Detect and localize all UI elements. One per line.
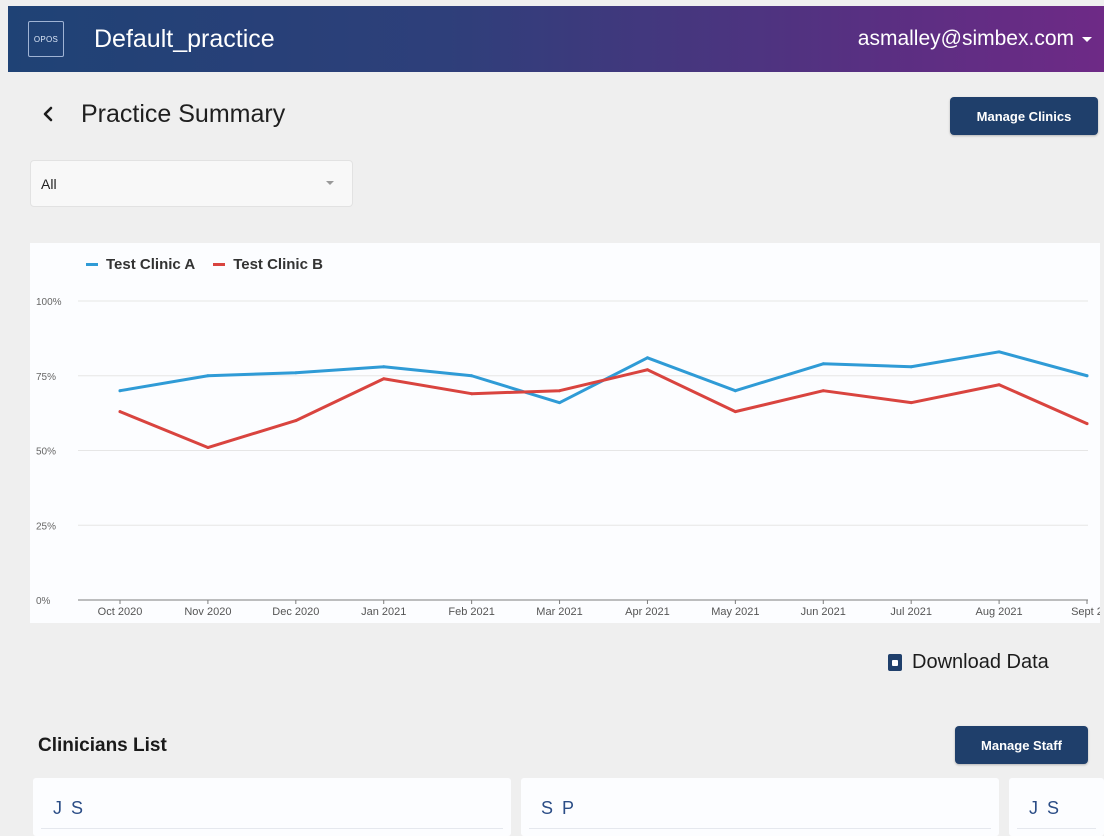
data-point bbox=[733, 389, 737, 393]
data-point bbox=[1085, 422, 1089, 426]
clinic-filter-select[interactable]: All bbox=[30, 160, 353, 207]
legend-item-clinic-a[interactable]: Test Clinic A bbox=[86, 256, 195, 273]
y-tick-label: 50% bbox=[36, 447, 56, 458]
chevron-down-icon bbox=[1082, 36, 1092, 42]
manage-staff-button[interactable]: Manage Staff bbox=[955, 726, 1088, 764]
x-tick-label: Nov 2020 bbox=[184, 606, 231, 618]
data-point bbox=[909, 365, 913, 369]
clinicians-list-title: Clinicians List bbox=[38, 735, 167, 756]
clinician-initials: J S bbox=[1029, 798, 1062, 818]
x-tick-label: Mar 2021 bbox=[536, 606, 582, 618]
dropdown-arrow-icon bbox=[326, 181, 334, 185]
clinician-initials: J S bbox=[53, 798, 86, 818]
data-point bbox=[645, 356, 649, 360]
manage-clinics-button[interactable]: Manage Clinics bbox=[950, 97, 1098, 135]
data-point bbox=[645, 368, 649, 372]
data-point bbox=[558, 401, 562, 405]
legend-label-clinic-b: Test Clinic B bbox=[233, 256, 323, 273]
data-point bbox=[470, 374, 474, 378]
data-point bbox=[118, 410, 122, 414]
data-point bbox=[558, 389, 562, 393]
download-data-label: Download Data bbox=[912, 651, 1049, 673]
x-tick-label: Sept 2 bbox=[1071, 606, 1100, 618]
x-tick-label: Jul 2021 bbox=[890, 606, 932, 618]
y-tick-label: 25% bbox=[36, 521, 56, 532]
legend-item-clinic-b[interactable]: Test Clinic B bbox=[213, 256, 323, 273]
data-point bbox=[294, 371, 298, 375]
practice-summary-chart: 100% 75% 50% 25% 0% Oct 2020 Nov 2020 Dec 2020 J… bbox=[30, 243, 1100, 623]
data-point bbox=[470, 392, 474, 396]
y-tick-label: 75% bbox=[36, 372, 56, 383]
user-menu[interactable]: asmalley@simbex.com bbox=[858, 27, 1092, 51]
data-point bbox=[909, 401, 913, 405]
data-point bbox=[733, 410, 737, 414]
download-icon bbox=[888, 654, 902, 671]
download-data-link[interactable]: Download Data bbox=[888, 651, 1049, 674]
data-point bbox=[821, 362, 825, 366]
clinician-card[interactable]: J S bbox=[33, 778, 511, 836]
x-tick-label: Jan 2021 bbox=[361, 606, 406, 618]
data-point bbox=[206, 374, 210, 378]
x-tick-label: Dec 2020 bbox=[272, 606, 319, 618]
data-point bbox=[821, 389, 825, 393]
data-point bbox=[294, 419, 298, 423]
x-tick-label: Oct 2020 bbox=[98, 606, 143, 618]
x-tick-label: Aug 2021 bbox=[976, 606, 1023, 618]
top-navigation-bar: OPOS Default_practice asmalley@simbex.co… bbox=[8, 6, 1104, 72]
data-point bbox=[118, 389, 122, 393]
y-tick-label: 0% bbox=[36, 596, 51, 607]
legend-swatch-clinic-b bbox=[213, 263, 226, 266]
app-logo[interactable]: OPOS bbox=[28, 21, 64, 57]
data-point bbox=[382, 377, 386, 381]
legend-swatch-clinic-a bbox=[86, 263, 98, 266]
clinic-filter-value: All bbox=[41, 175, 57, 192]
x-tick-label: Jun 2021 bbox=[801, 606, 846, 618]
data-point bbox=[206, 446, 210, 450]
back-arrow-icon[interactable] bbox=[40, 102, 56, 126]
line-chart: 100% 75% 50% 25% 0% Oct 2020 Nov 2020 Dec 2020 J… bbox=[36, 297, 1100, 618]
clinician-card[interactable]: S P bbox=[521, 778, 999, 836]
x-tick-label: Feb 2021 bbox=[448, 606, 494, 618]
card-divider bbox=[529, 828, 991, 829]
card-divider bbox=[41, 828, 503, 829]
y-tick-label: 100% bbox=[36, 297, 62, 308]
data-point bbox=[1085, 374, 1089, 378]
clinician-initials: S P bbox=[541, 798, 577, 818]
data-point bbox=[997, 383, 1001, 387]
user-email: asmalley@simbex.com bbox=[857, 27, 1074, 50]
x-tick-label: Apr 2021 bbox=[625, 606, 670, 618]
series-line-clinic-b bbox=[118, 368, 1089, 450]
x-tick-label: May 2021 bbox=[711, 606, 759, 618]
page-title: Practice Summary bbox=[81, 100, 286, 128]
card-divider bbox=[1017, 828, 1096, 829]
data-point bbox=[997, 350, 1001, 354]
legend-label-clinic-a: Test Clinic A bbox=[106, 256, 196, 273]
practice-name: Default_practice bbox=[94, 24, 275, 53]
chart-legend: Test Clinic A Test Clinic B bbox=[86, 256, 323, 273]
data-point bbox=[382, 365, 386, 369]
clinician-card[interactable]: J S bbox=[1009, 778, 1104, 836]
